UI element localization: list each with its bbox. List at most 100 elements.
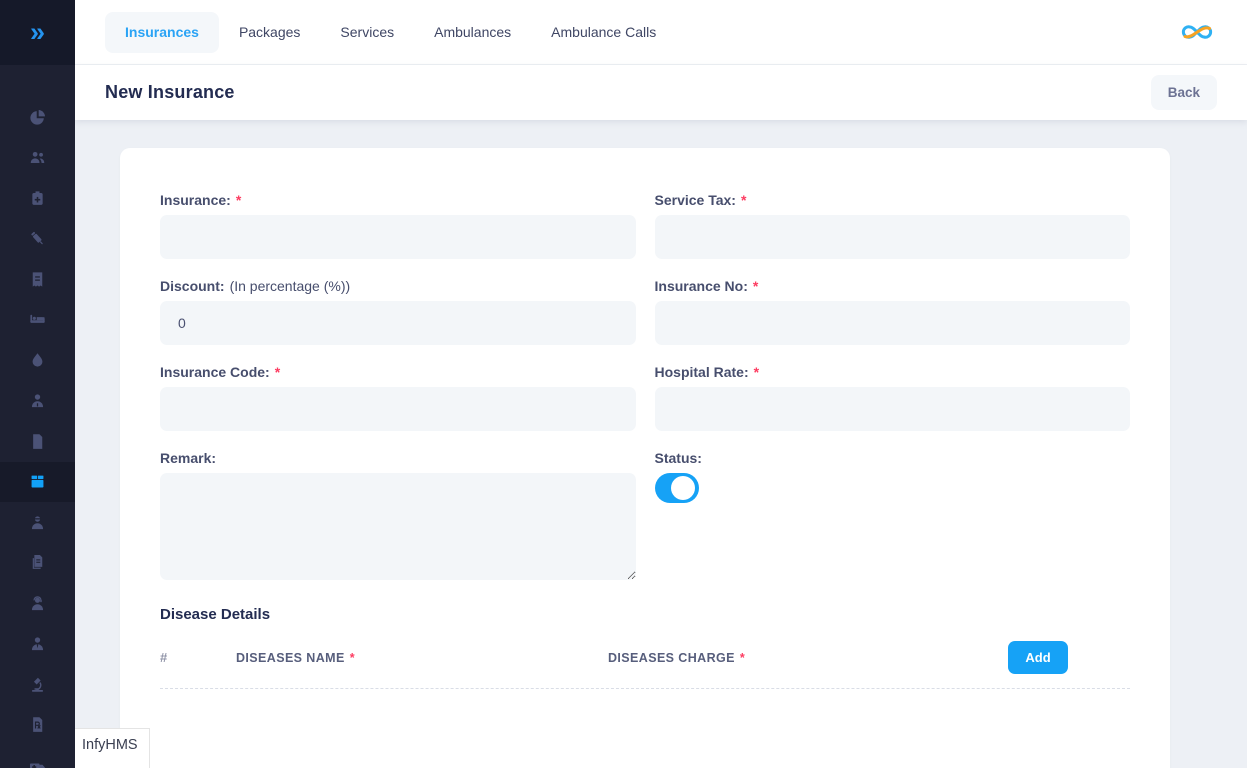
remark-label: Remark: [160,450,636,466]
document-icon [28,432,47,451]
ambulance-icon [28,756,47,768]
label-text: Discount: [160,278,225,294]
insurance-no-label: Insurance No: * [655,278,1131,294]
link-status-tooltip: InfyHMS [75,728,150,768]
label-text: Insurance: [160,192,231,208]
sidebar-menu [0,65,75,768]
staff-icon [28,634,47,653]
label-text: Hospital Rate: [655,364,749,380]
service-tax-label: Service Tax: * [655,192,1131,208]
documents-icon [28,553,47,572]
sidebar-collapse-button[interactable]: » [0,0,75,65]
infinity-logo-icon [1177,19,1217,45]
status-label: Status: [655,450,1131,466]
sidebar-item-medical-kit[interactable] [0,178,75,219]
column-label: DISEASES NAME [236,651,345,665]
sidebar-item-pie-chart[interactable] [0,97,75,138]
discount-hint: (In percentage (%)) [230,278,351,294]
pie-chart-icon [28,108,47,127]
tab-ambulance-calls[interactable]: Ambulance Calls [531,12,676,53]
sidebar-item-bed[interactable] [0,300,75,341]
required-asterisk: * [753,278,758,294]
label-text: Remark: [160,450,216,466]
remark-field: Remark: [160,450,636,580]
sidebar-item-doctor[interactable] [0,381,75,422]
insurance-code-label: Insurance Code: * [160,364,636,380]
required-asterisk: * [350,651,355,665]
sidebar-item-driver[interactable] [0,502,75,543]
sidebar-item-syringe[interactable] [0,219,75,260]
sidebar-item-blood-drop[interactable] [0,340,75,381]
tab-ambulances[interactable]: Ambulances [414,12,531,53]
label-text: Service Tax: [655,192,736,208]
new-insurance-form-card: Insurance: * Service Tax: * Discount: (I… [120,148,1170,768]
remark-textarea[interactable] [160,473,636,580]
page-title: New Insurance [105,82,235,103]
sidebar: » [0,0,75,768]
sidebar-item-prescription[interactable] [0,705,75,746]
sidebar-item-documents[interactable] [0,543,75,584]
hospital-rate-input[interactable] [655,387,1131,431]
tab-packages[interactable]: Packages [219,12,320,53]
column-label: DISEASES CHARGE [608,651,735,665]
service-tax-field: Service Tax: * [655,192,1131,259]
sidebar-item-document[interactable] [0,421,75,462]
disease-details-title: Disease Details [160,606,1130,623]
hospital-rate-field: Hospital Rate: * [655,364,1131,431]
required-asterisk: * [236,192,241,208]
driver-icon [28,513,47,532]
discount-field: Discount: (In percentage (%)) [160,278,636,345]
required-asterisk: * [275,364,280,380]
double-chevron-right-icon: » [30,19,45,46]
medical-kit-icon [28,189,47,208]
status-toggle-knob [671,476,695,500]
patients-icon [28,148,47,167]
top-navbar: Insurances Packages Services Ambulances … [75,0,1247,65]
form-grid: Insurance: * Service Tax: * Discount: (I… [160,192,1130,599]
status-field: Status: [655,450,1131,580]
insurance-label: Insurance: * [160,192,636,208]
sidebar-item-billing[interactable] [0,259,75,300]
label-text: Status: [655,450,702,466]
column-diseases-charge-header: DISEASES CHARGE * [608,651,1008,665]
insurance-code-input[interactable] [160,387,636,431]
hospital-rate-label: Hospital Rate: * [655,364,1131,380]
microscope-icon [28,675,47,694]
sidebar-item-receptionist[interactable] [0,583,75,624]
sidebar-item-ambulance[interactable] [0,745,75,768]
insurance-code-field: Insurance Code: * [160,364,636,431]
column-diseases-name-header: DISEASES NAME * [236,651,608,665]
discount-input[interactable] [160,301,636,345]
syringe-icon [28,229,47,248]
back-button[interactable]: Back [1151,75,1217,110]
content-area: Insurance: * Service Tax: * Discount: (I… [75,120,1247,768]
top-tabs: Insurances Packages Services Ambulances … [105,12,676,53]
tab-services[interactable]: Services [320,12,414,53]
prescription-icon [28,715,47,734]
doctor-icon [28,391,47,410]
tab-insurances[interactable]: Insurances [105,12,219,53]
sidebar-item-package[interactable] [0,462,75,503]
insurance-input[interactable] [160,215,636,259]
add-disease-button[interactable]: Add [1008,641,1068,674]
required-asterisk: * [754,364,759,380]
insurance-no-field: Insurance No: * [655,278,1131,345]
label-text: Insurance No: [655,278,748,294]
discount-label: Discount: (In percentage (%)) [160,278,636,294]
sidebar-item-microscope[interactable] [0,664,75,705]
package-icon [28,472,47,491]
page-header: New Insurance Back [75,65,1247,120]
bed-icon [28,310,47,329]
disease-table-header: # DISEASES NAME * DISEASES CHARGE * Add [160,641,1130,689]
status-toggle[interactable] [655,473,699,503]
infinity-logo[interactable] [1177,19,1217,45]
label-text: Insurance Code: [160,364,270,380]
billing-icon [28,270,47,289]
sidebar-item-staff[interactable] [0,624,75,665]
column-index-header: # [160,650,236,665]
sidebar-item-patients[interactable] [0,138,75,179]
service-tax-input[interactable] [655,215,1131,259]
blood-drop-icon [28,351,47,370]
insurance-no-input[interactable] [655,301,1131,345]
receptionist-icon [28,594,47,613]
